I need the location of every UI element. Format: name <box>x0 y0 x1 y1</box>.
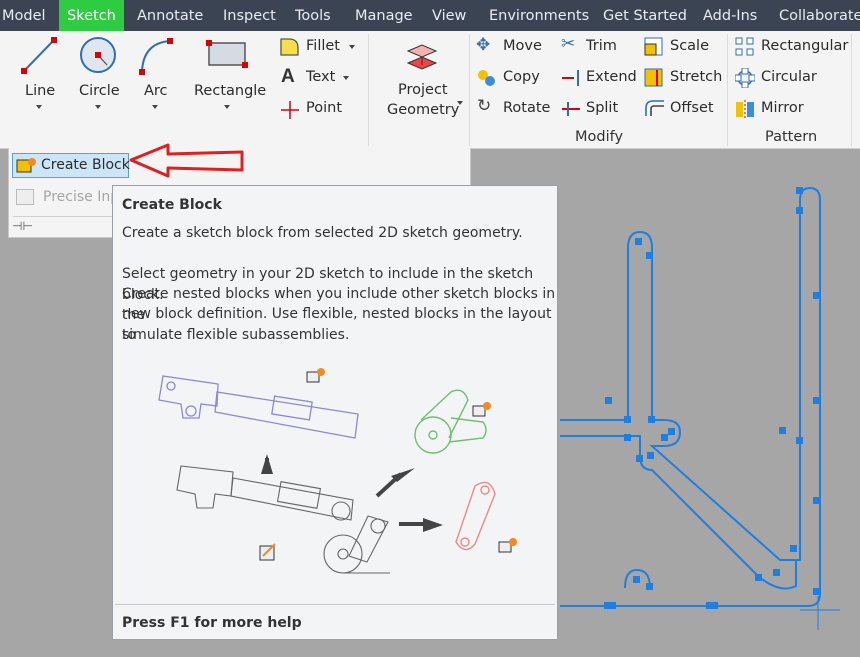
sketch-points <box>604 187 820 609</box>
pin-icon[interactable]: ⊣⊢ <box>12 219 33 233</box>
tooltip-illustration <box>158 368 517 574</box>
tooltip-help-hint: Press F1 for more help <box>122 615 302 631</box>
create-block-tooltip: Create Block Create a sketch block from … <box>112 185 558 640</box>
create-block-button[interactable]: Create Block <box>12 153 130 178</box>
precise-input-button[interactable]: Precise Inp <box>43 189 119 205</box>
tooltip-summary: Create a sketch block from selected 2D s… <box>122 225 523 241</box>
tooltip-title: Create Block <box>122 197 222 213</box>
precise-input-icon <box>16 189 34 205</box>
origin-crosshair-icon <box>800 596 840 630</box>
red-arrow-annotation <box>129 143 244 178</box>
tooltip-line: simulate flexible subassemblies. <box>122 327 350 343</box>
block-icon <box>259 368 517 561</box>
divider <box>115 604 555 605</box>
create-block-icon <box>16 158 36 173</box>
create-block-label: Create Block <box>41 157 130 173</box>
